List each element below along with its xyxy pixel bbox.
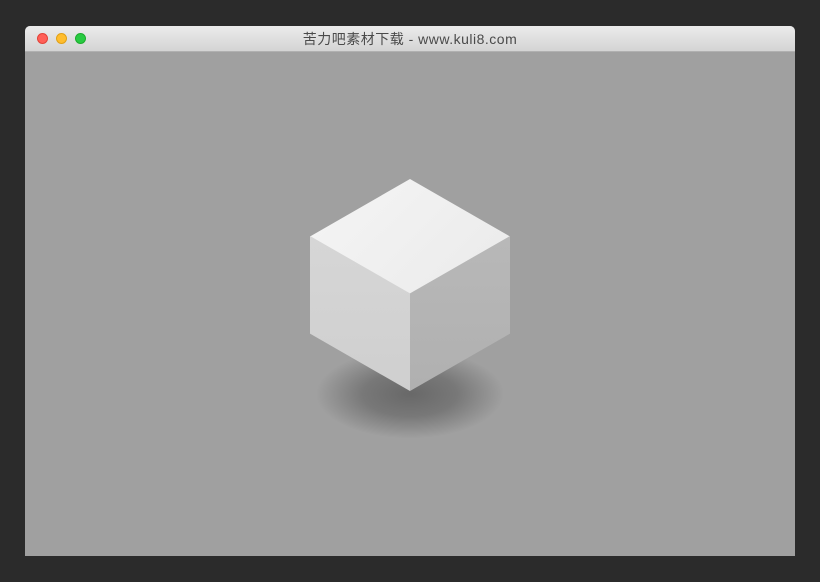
content-area bbox=[25, 52, 795, 556]
traffic-lights bbox=[25, 33, 86, 44]
minimize-button[interactable] bbox=[56, 33, 67, 44]
maximize-button[interactable] bbox=[75, 33, 86, 44]
window-titlebar: 苦力吧素材下载 - www.kuli8.com bbox=[25, 26, 795, 52]
cube-graphic bbox=[310, 179, 510, 409]
window-title: 苦力吧素材下载 - www.kuli8.com bbox=[25, 29, 795, 49]
browser-window: 苦力吧素材下载 - www.kuli8.com bbox=[25, 26, 795, 556]
cube-icon bbox=[310, 179, 510, 379]
close-button[interactable] bbox=[37, 33, 48, 44]
